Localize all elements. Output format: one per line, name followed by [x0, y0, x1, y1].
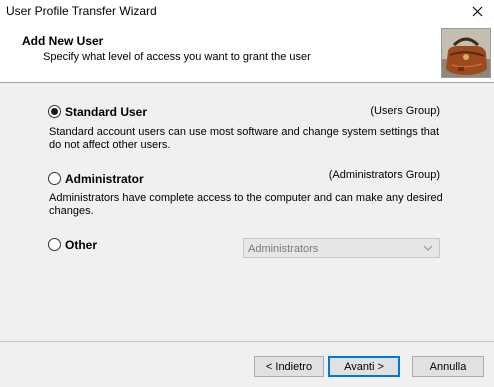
other-radio[interactable]: [48, 238, 61, 251]
wizard-body: Standard User (Users Group) Standard acc…: [0, 83, 494, 341]
users-group-label: (Users Group): [370, 105, 440, 117]
standard-user-description: Standard account users can use most soft…: [49, 126, 440, 151]
footer-divider: [0, 341, 494, 342]
other-label[interactable]: Other: [65, 238, 97, 252]
administrator-radio[interactable]: [48, 172, 61, 185]
page-title: Add New User: [22, 34, 104, 48]
standard-user-radio[interactable]: [48, 105, 61, 118]
radio-selected-dot: [51, 108, 58, 115]
close-button[interactable]: [460, 0, 494, 22]
administrator-label[interactable]: Administrator: [65, 172, 144, 186]
administrators-group-label: (Administrators Group): [328, 169, 440, 181]
page-subtitle: Specify what level of access you want to…: [43, 51, 311, 63]
chevron-down-icon: [423, 245, 433, 251]
close-icon: [472, 6, 482, 16]
header-image: [441, 28, 491, 78]
group-select[interactable]: Administrators: [243, 238, 440, 258]
group-select-value: Administrators: [248, 243, 319, 255]
wizard-header: Add New User Specify what level of acces…: [0, 22, 494, 83]
title-bar: User Profile Transfer Wizard: [0, 0, 494, 22]
back-button[interactable]: < Indietro: [254, 356, 324, 377]
standard-user-label[interactable]: Standard User: [65, 105, 147, 119]
leather-bag-image: [442, 29, 490, 77]
next-button[interactable]: Avanti >: [328, 356, 400, 377]
window-title: User Profile Transfer Wizard: [6, 4, 157, 18]
cancel-button[interactable]: Annulla: [412, 356, 484, 377]
administrator-description: Administrators have complete access to t…: [49, 192, 443, 217]
